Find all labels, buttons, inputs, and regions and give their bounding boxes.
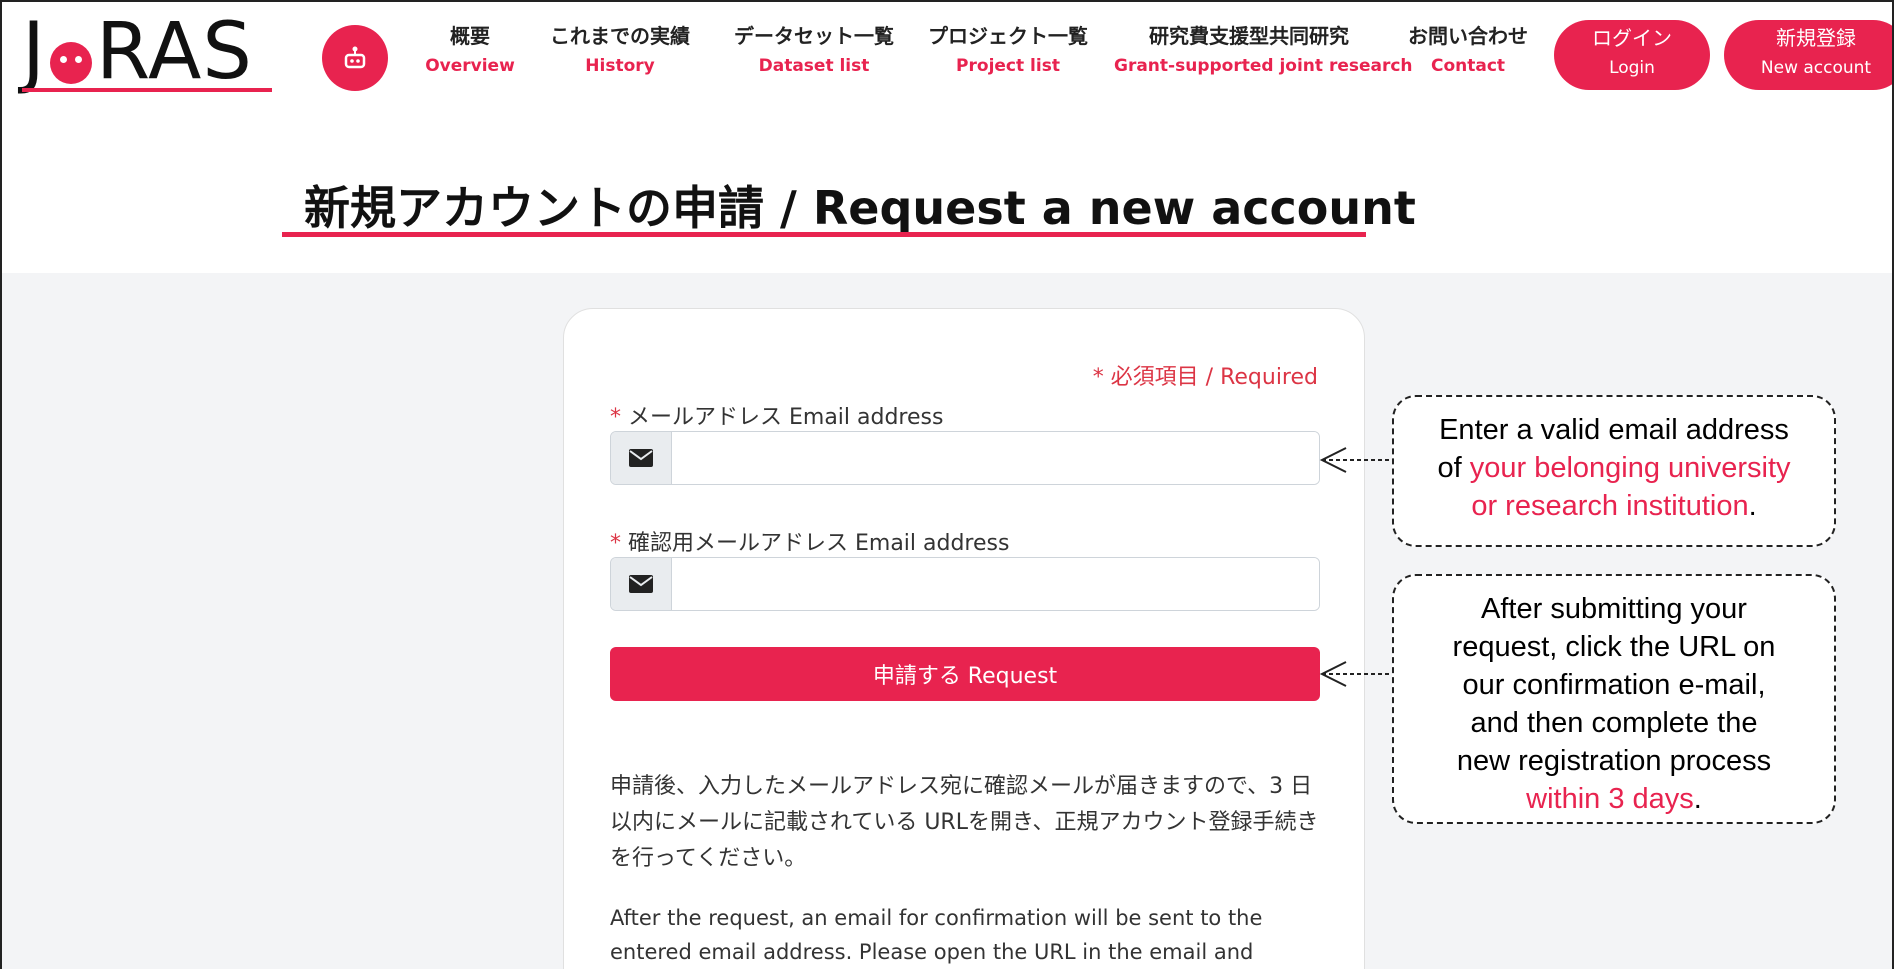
arrow-left-icon [1319, 447, 1394, 473]
nav-history[interactable]: これまでの実績 History [542, 22, 698, 82]
callout-line: new registration process [1456, 745, 1772, 777]
robot-icon [344, 46, 366, 69]
callout-highlight: within 3 days [1526, 783, 1694, 815]
nav-label-en: Grant-supported joint research [1114, 56, 1413, 76]
screenshot-frame: J RAS 概要 Overview これまでの実績 History データセット一… [0, 0, 1894, 969]
nav-grant-research[interactable]: 研究費支援型共同研究 Grant-supported joint researc… [1114, 22, 1413, 82]
envelope-icon [629, 449, 653, 467]
request-button[interactable]: 申請する Request [610, 647, 1320, 701]
nav-label-ja: プロジェクト一覧 [928, 24, 1088, 48]
email-input[interactable] [672, 432, 1319, 484]
nav-project-list[interactable]: プロジェクト一覧 Project list [918, 22, 1098, 82]
required-star: * [610, 531, 621, 556]
nav-label-ja: これまでの実績 [550, 24, 690, 48]
login-label-ja: ログイン [1592, 26, 1672, 50]
callout-line: and then complete the [1470, 707, 1758, 739]
callout-line: our confirmation e-mail, [1462, 669, 1766, 701]
nav-label-en: Contact [1430, 56, 1506, 76]
email-input-group [610, 431, 1320, 485]
callout-line: After submitting your [1481, 593, 1747, 625]
page-title: 新規アカウントの申請 / Request a new account [304, 181, 1416, 235]
email-addon [611, 432, 672, 484]
nav-label-ja: お問い合わせ [1408, 24, 1528, 48]
nav-label-ja: データセット一覧 [734, 24, 894, 48]
new-account-label-en: New account [1760, 58, 1872, 78]
confirm-email-label-text: 確認用メールアドレス Email address [628, 531, 1010, 556]
nav-label-en: Overview [425, 56, 515, 76]
login-button[interactable]: ログイン Login [1554, 20, 1710, 90]
new-account-button[interactable]: 新規登録 New account [1724, 20, 1892, 90]
envelope-icon [629, 575, 653, 593]
email-label-text: メールアドレス Email address [628, 405, 944, 430]
email-label: * メールアドレス Email address [610, 399, 943, 431]
nav-label-en: Project list [956, 56, 1060, 76]
callout-line: request, click the URL on [1452, 631, 1776, 663]
nav-overview[interactable]: 概要 Overview [420, 22, 520, 82]
request-form-card: * 必須項目 / Required * メールアドレス Email addres… [563, 308, 1365, 969]
nav-label-ja: 概要 [450, 24, 490, 48]
nav-label-ja: 研究費支援型共同研究 [1149, 24, 1349, 48]
robot-button[interactable] [322, 25, 388, 91]
title-underline [282, 232, 1366, 237]
required-star: * [610, 405, 621, 430]
callout-line: Enter a valid email address [1439, 414, 1789, 446]
site-header: J RAS 概要 Overview これまでの実績 History データセット一… [2, 2, 1892, 109]
new-account-label-ja: 新規登録 [1776, 26, 1856, 50]
nav-dataset-list[interactable]: データセット一覧 Dataset list [724, 22, 904, 82]
required-note: * 必須項目 / Required [1092, 365, 1318, 390]
help-text-ja: 申請後、入力したメールアドレス宛に確認メールが届きますので、3 日以内にメールに… [610, 774, 1319, 871]
confirm-email-input-group [610, 557, 1320, 611]
callout-highlight: your belonging university [1469, 452, 1791, 484]
arrow-left-icon [1319, 661, 1394, 687]
nav-label-en: Dataset list [758, 56, 870, 76]
confirm-email-input[interactable] [672, 558, 1319, 610]
email-callout: Enter a valid email address of your belo… [1392, 395, 1836, 547]
request-callout: After submitting your request, click the… [1392, 574, 1836, 824]
nav-label-en: History [585, 56, 655, 76]
nav-contact[interactable]: お問い合わせ Contact [1398, 22, 1538, 82]
help-text-en: After the request, an email for confirma… [610, 906, 1263, 964]
confirm-email-label: * 確認用メールアドレス Email address [610, 525, 1009, 557]
joras-logo[interactable]: J RAS [22, 12, 272, 92]
login-label-en: Login [1609, 58, 1655, 78]
title-section: 新規アカウントの申請 / Request a new account [2, 108, 1892, 273]
callout-highlight: or research institution [1471, 490, 1749, 522]
confirm-email-addon [611, 558, 672, 610]
